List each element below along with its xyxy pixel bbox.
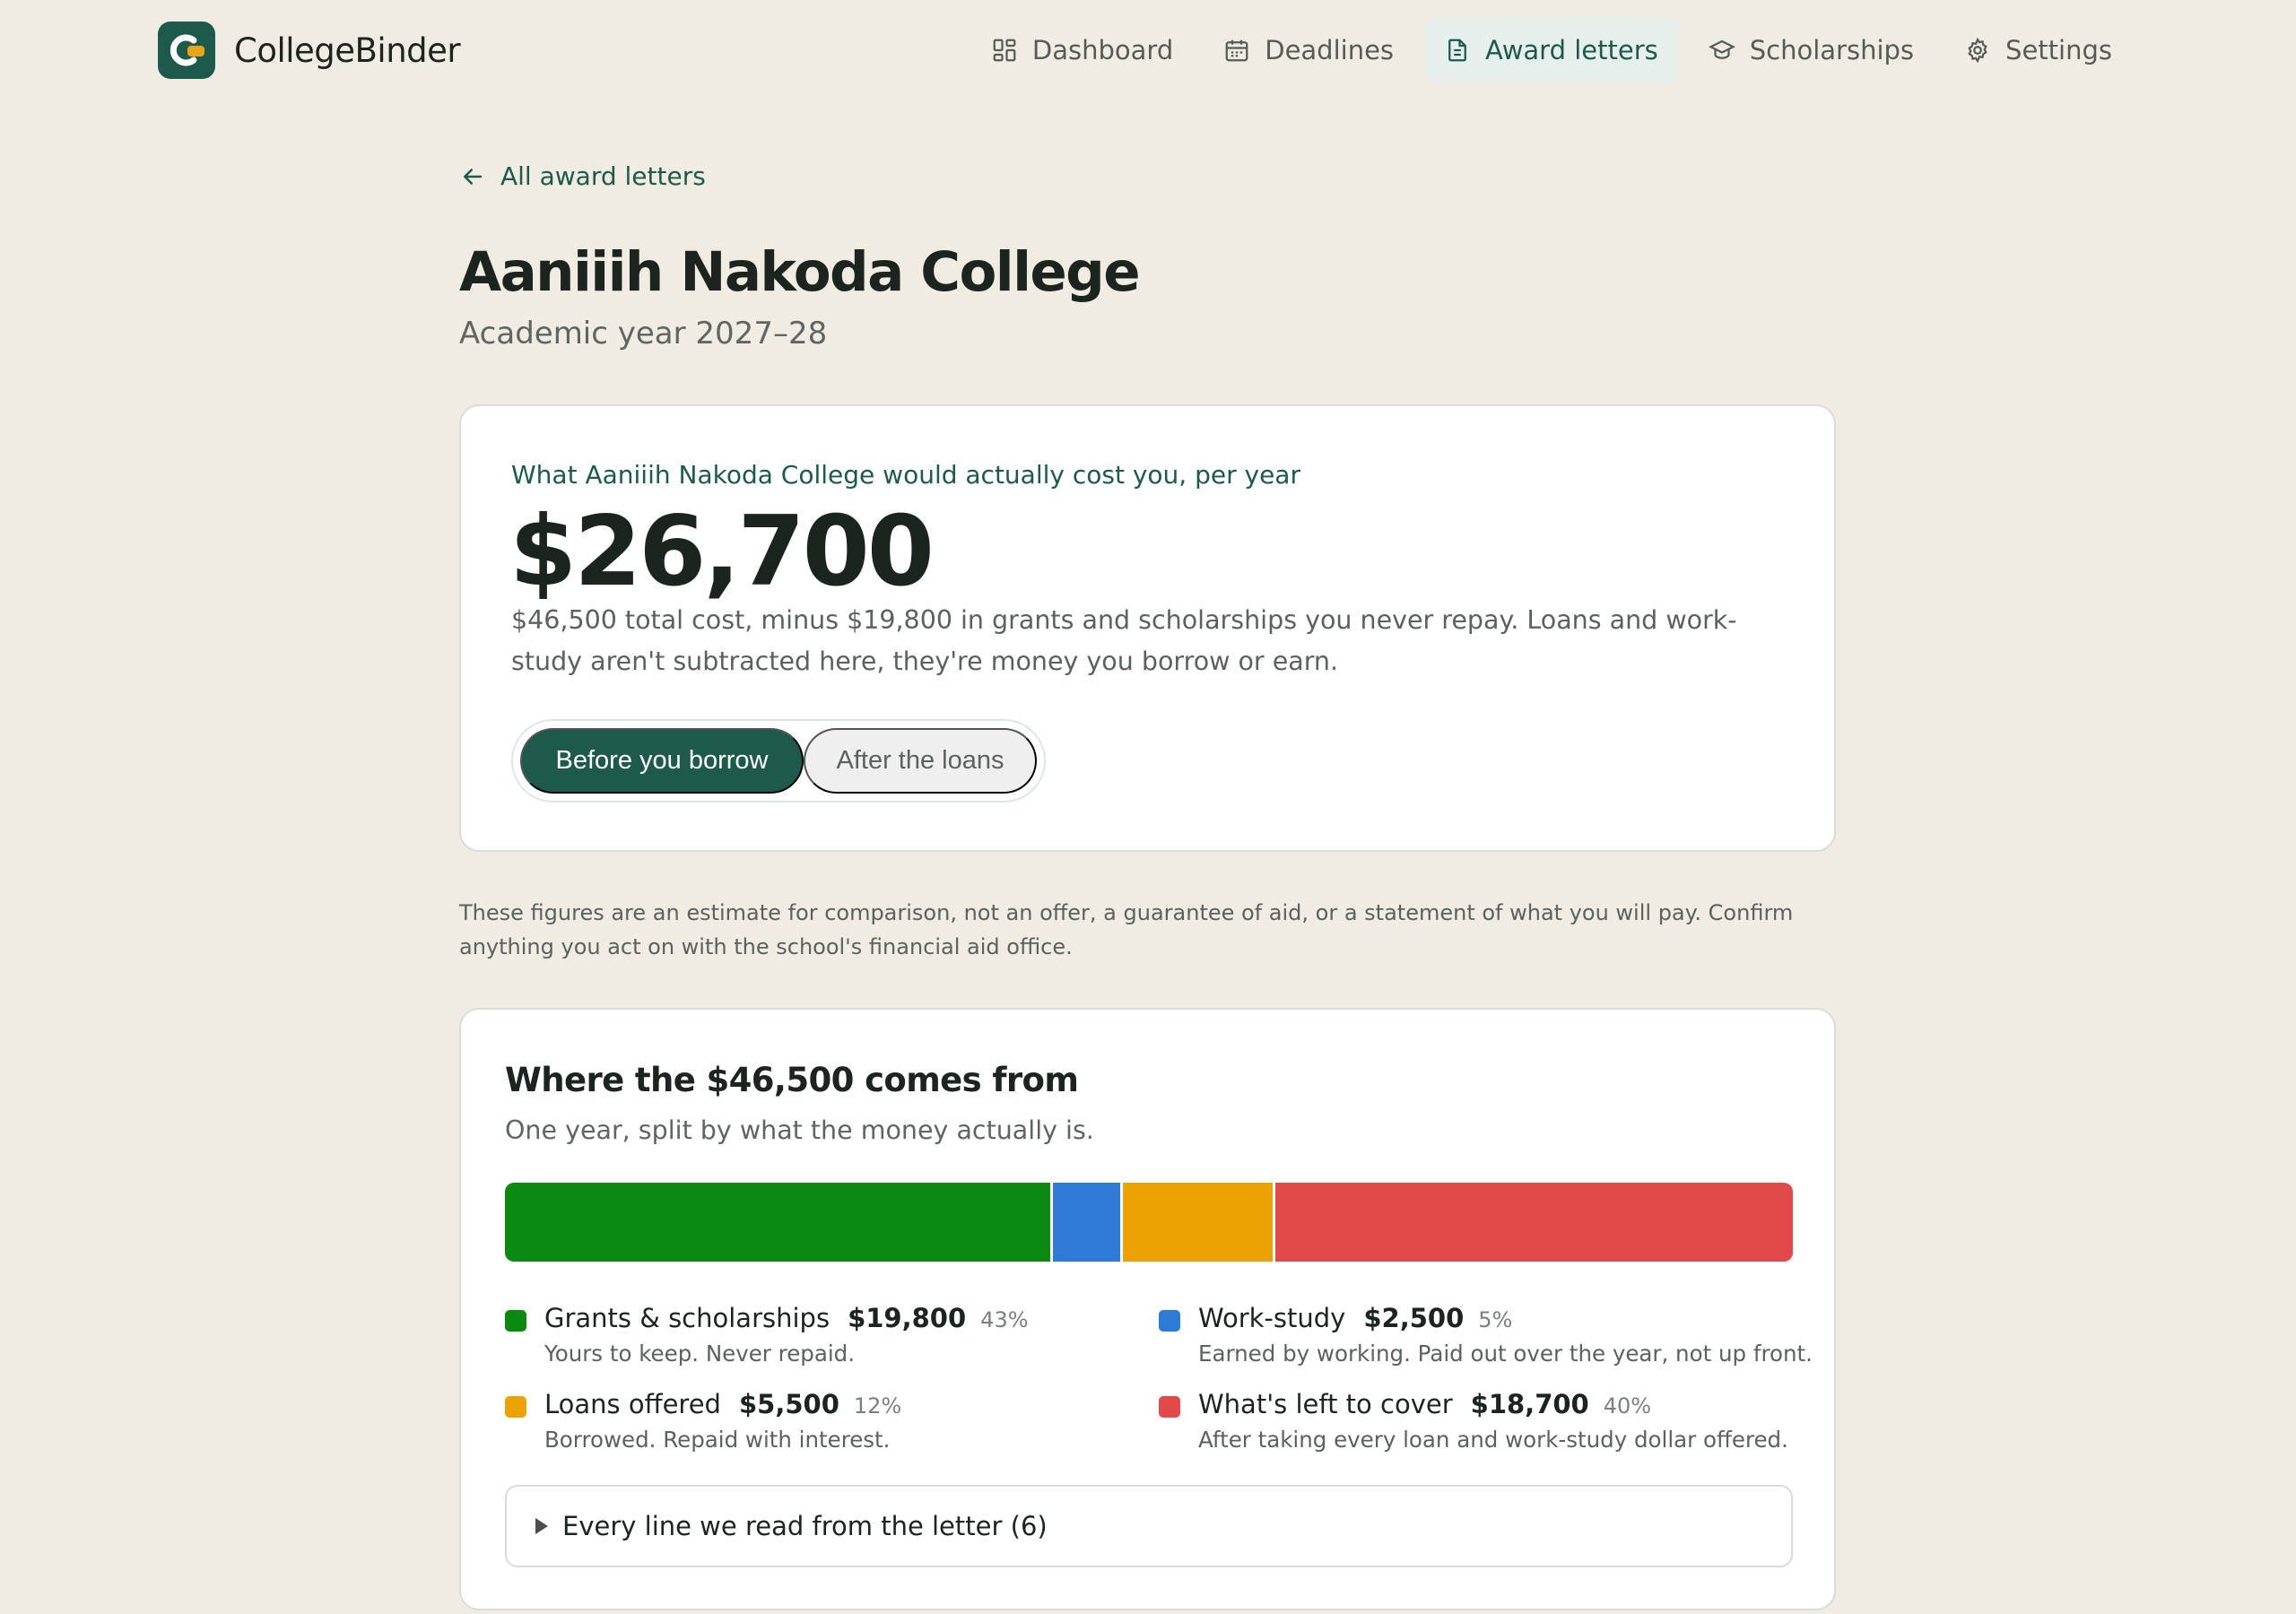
bar-segment-work-study xyxy=(1053,1183,1123,1262)
legend-swatch xyxy=(1159,1310,1180,1332)
app-logo xyxy=(158,22,215,79)
net-cost-amount: $26,700 xyxy=(509,496,935,608)
nav-item-dashboard[interactable]: Dashboard xyxy=(971,17,1193,83)
nav-label: Dashboard xyxy=(1031,35,1174,65)
breakdown-title: Where the $46,500 comes from xyxy=(505,1061,1079,1099)
letter-lines-disclosure[interactable]: Every line we read from the letter (6) xyxy=(505,1485,1793,1567)
disclosure-label: Every line we read from the letter (6) xyxy=(562,1511,1048,1541)
estimate-disclaimer: These figures are an estimate for compar… xyxy=(459,900,1794,959)
graduation-cap-icon xyxy=(1708,39,1735,59)
legend-amount: $5,500 xyxy=(738,1389,839,1419)
bar-segment-grants xyxy=(505,1183,1054,1262)
legend-description: Yours to keep. Never repaid. xyxy=(544,1341,855,1367)
document-icon xyxy=(1448,39,1466,62)
top-navigation-bar: CollegeBinder Dashboard Deadlines Award … xyxy=(0,0,2296,102)
after-the-loans-option[interactable]: After the loans xyxy=(804,728,1037,794)
legend-label: Work-study xyxy=(1198,1303,1346,1333)
legend-amount: $19,800 xyxy=(848,1303,967,1333)
page-title: Aaniiih Nakoda College xyxy=(459,240,1141,304)
legend-label: Grants & scholarships xyxy=(544,1303,831,1333)
gear-icon xyxy=(1968,37,1987,64)
nav-label: Deadlines xyxy=(1265,35,1395,65)
legend-label: What's left to cover xyxy=(1198,1389,1453,1419)
nav-item-scholarships[interactable]: Scholarships xyxy=(1689,17,1934,83)
legend-swatch xyxy=(1159,1396,1180,1418)
nav-item-settings[interactable]: Settings xyxy=(1944,17,2132,83)
nav-item-award-letters[interactable]: Award letters xyxy=(1424,17,1678,83)
breakdown-subtitle: One year, split by what the money actual… xyxy=(505,1115,1094,1145)
dashboard-icon xyxy=(993,39,1016,62)
back-link-label: All award letters xyxy=(500,161,706,191)
legend-percent: 43% xyxy=(980,1307,1029,1332)
calendar-icon xyxy=(1225,39,1248,62)
legend-label: Loans offered xyxy=(544,1389,721,1419)
bar-segment-loans xyxy=(1122,1183,1275,1262)
nav-label: Award letters xyxy=(1485,35,1658,65)
cost-stacked-bar xyxy=(505,1183,1793,1262)
legend-description: After taking every loan and work-study d… xyxy=(1198,1427,1788,1453)
net-cost-card: What Aaniiih Nakoda College would actual… xyxy=(459,404,1836,852)
cost-description: $46,500 total cost, minus $19,800 in gra… xyxy=(511,605,1737,676)
legend-amount: $2,500 xyxy=(1363,1303,1465,1333)
arrow-left-icon xyxy=(464,168,482,185)
main-nav: Dashboard Deadlines Award letters Schola… xyxy=(961,17,2132,83)
caret-right-icon xyxy=(535,1518,548,1534)
nav-label: Scholarships xyxy=(1749,35,1915,65)
legend-percent: 5% xyxy=(1478,1307,1513,1332)
nav-item-deadlines[interactable]: Deadlines xyxy=(1204,17,1413,83)
app-name: CollegeBinder xyxy=(234,30,461,70)
legend-swatch xyxy=(505,1396,526,1418)
legend-percent: 12% xyxy=(853,1393,902,1419)
page-subtitle: Academic year 2027–28 xyxy=(459,316,828,351)
legend-description: Borrowed. Repaid with interest. xyxy=(544,1427,891,1453)
legend-amount: $18,700 xyxy=(1470,1389,1589,1419)
borrow-view-toggle: Before you borrow After the loans xyxy=(511,719,1046,803)
legend-percent: 40% xyxy=(1603,1393,1652,1419)
legend-swatch xyxy=(505,1310,526,1332)
before-you-borrow-option[interactable]: Before you borrow xyxy=(520,728,804,794)
brand[interactable]: CollegeBinder xyxy=(158,22,461,79)
cost-eyebrow: What Aaniiih Nakoda College would actual… xyxy=(511,460,1300,490)
bar-segment-left-to-cover xyxy=(1274,1183,1793,1262)
legend-description: Earned by working. Paid out over the yea… xyxy=(1198,1341,1813,1367)
nav-label: Settings xyxy=(2005,35,2112,65)
cost-breakdown-card: Where the $46,500 comes from One year, s… xyxy=(459,1008,1836,1610)
back-to-award-letters-link[interactable]: All award letters xyxy=(459,161,706,191)
